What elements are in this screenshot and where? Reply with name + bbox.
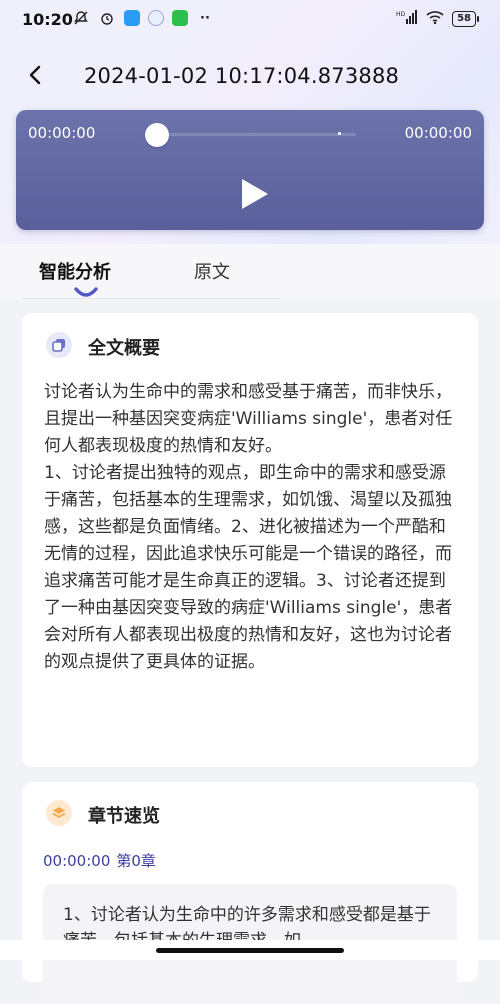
- current-time: 00:00:00: [28, 124, 96, 142]
- mute-icon: [72, 9, 90, 27]
- status-notification-icons: ··: [72, 9, 214, 27]
- tab-original-text[interactable]: 原文: [194, 258, 230, 284]
- wifi-icon: [426, 10, 444, 27]
- progress-end-dot: [338, 132, 341, 135]
- total-time: 00:00:00: [404, 124, 472, 142]
- tab-divider: [22, 298, 280, 299]
- alarm-icon: [98, 9, 116, 27]
- more-notifications-icon: ··: [200, 10, 210, 26]
- summary-text: 讨论者认为生命中的需求和感受基于痛苦，而非快乐，且提出一种基因突变病症'Will…: [44, 382, 453, 672]
- status-time: 10:20: [22, 10, 73, 29]
- tab-smart-analysis[interactable]: 智能分析: [39, 258, 111, 284]
- page-title: 2024-01-02 10:17:04.873888: [84, 64, 400, 88]
- play-icon: [242, 179, 268, 209]
- summary-title: 全文概要: [88, 338, 160, 359]
- chapters-icon: [46, 800, 72, 826]
- progress-track[interactable]: [158, 133, 356, 136]
- chapters-title: 章节速览: [88, 806, 160, 827]
- home-indicator[interactable]: [156, 948, 344, 953]
- audio-player: 00:00:00 00:00:00: [16, 110, 484, 230]
- progress-thumb[interactable]: [145, 123, 169, 147]
- back-button[interactable]: [20, 60, 50, 90]
- planet-app-icon: [148, 10, 164, 26]
- tab-active-indicator: [74, 284, 98, 297]
- header: 2024-01-02 10:17:04.873888: [0, 52, 500, 102]
- chapter-heading[interactable]: 00:00:00 第0章: [43, 850, 156, 871]
- svg-text:HD: HD: [396, 11, 406, 18]
- wechat-icon: [172, 10, 188, 26]
- status-system-icons: HD 58: [396, 10, 479, 27]
- chapter-time[interactable]: 00:00:00: [43, 852, 110, 870]
- play-button[interactable]: [236, 176, 272, 212]
- cloud-app-icon: [124, 10, 140, 26]
- summary-icon: [46, 332, 72, 358]
- status-bar: 10:20 ·· HD 58: [0, 0, 500, 40]
- back-arrow-icon: [29, 65, 41, 85]
- summary-card: 全文概要 讨论者认为生命中的需求和感受基于痛苦，而非快乐，且提出一种基因突变病症…: [22, 313, 478, 767]
- battery-indicator: 58: [452, 10, 479, 27]
- signal-icon: HD: [396, 10, 418, 27]
- tab-bar: 智能分析 原文: [0, 244, 500, 300]
- chapter-label: 第0章: [116, 852, 156, 870]
